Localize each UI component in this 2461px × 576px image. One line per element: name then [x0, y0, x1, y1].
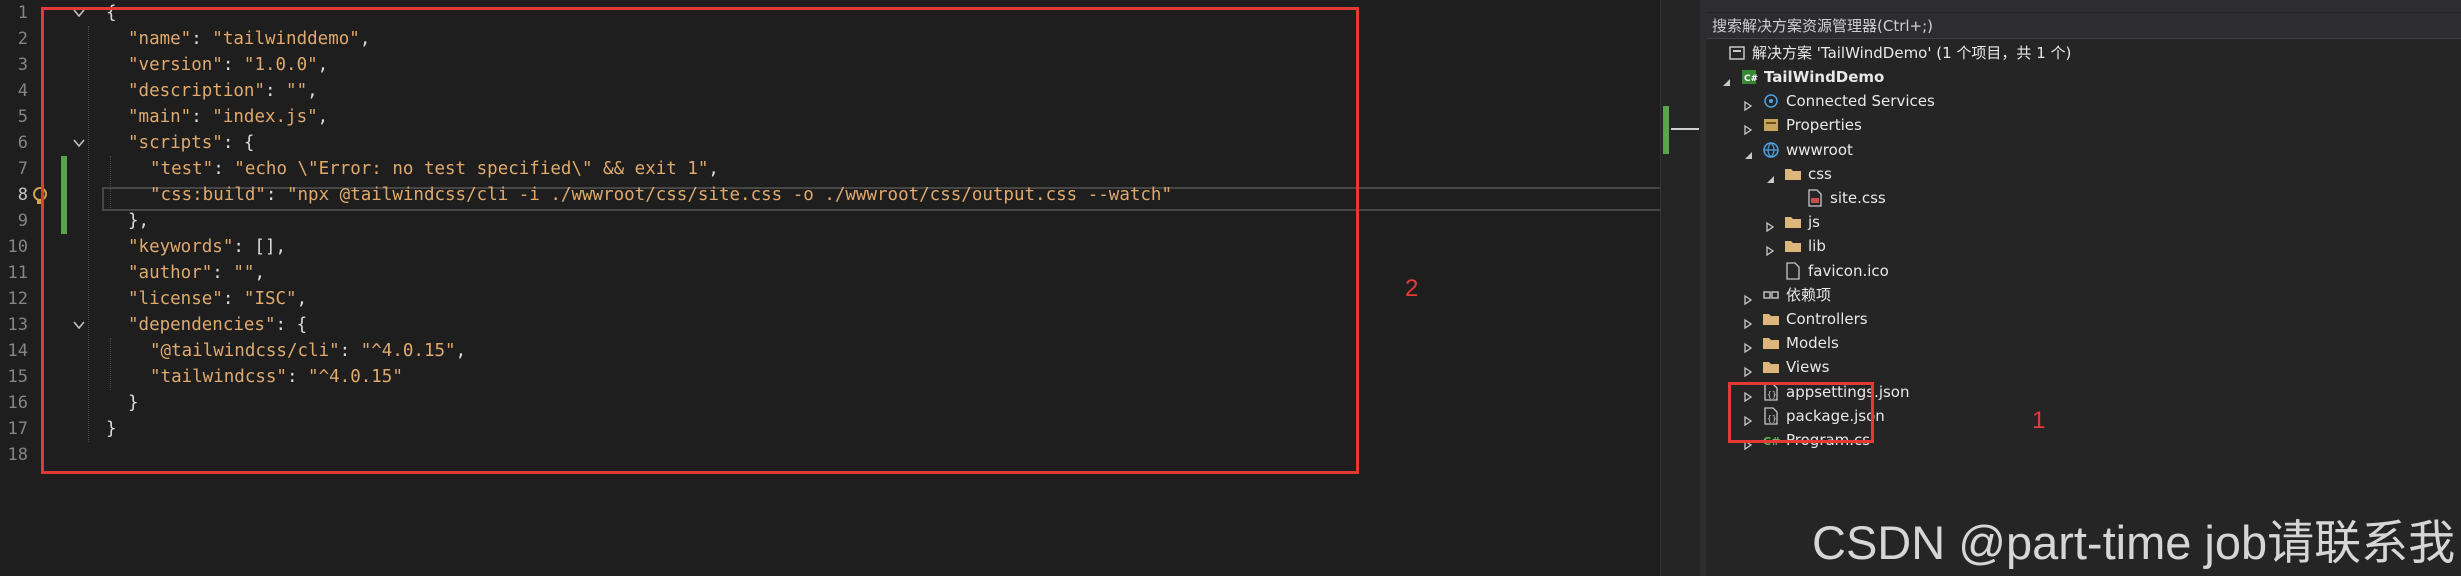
tree-item-tailwinddemo[interactable]: C# TailWindDemo [1706, 65, 2406, 89]
line-number: 17 [7, 419, 28, 439]
tree-item-label: lib [1808, 237, 1826, 256]
annotation-box-editor [41, 7, 1359, 474]
tree-item-label: Models [1786, 334, 1839, 353]
tree-item-label: Views [1786, 358, 1830, 377]
line-number: 4 [17, 81, 28, 101]
scrollbar-position-marker [1671, 128, 1699, 130]
line-number: 14 [7, 341, 28, 361]
collapsed-triangle-icon[interactable] [1742, 313, 1754, 330]
globe-icon [1762, 141, 1780, 159]
scrollbar-change-marker [1663, 106, 1669, 154]
tree-item-connected-services[interactable]: Connected Services [1706, 89, 2406, 113]
annotation-box-package-json [1728, 382, 1874, 443]
tree-item-label: favicon.ico [1808, 261, 1889, 280]
line-number: 9 [17, 211, 28, 231]
tree-item-label: wwwroot [1786, 140, 1853, 159]
collapsed-triangle-icon[interactable] [1742, 337, 1754, 354]
annotation-number-1: 1 [2032, 407, 2046, 434]
expanded-triangle-icon[interactable] [1742, 144, 1754, 159]
watermark: CSDN @part-time job请联系我 [1812, 516, 2456, 569]
solution-explorer: 搜索解决方案资源管理器(Ctrl+;) 解决方案 'TailWindDemo' … [1706, 0, 2461, 576]
tree-item-lib[interactable]: lib [1706, 234, 2406, 258]
tree-item-properties[interactable]: Properties [1706, 113, 2406, 137]
connected-services-icon [1762, 92, 1780, 110]
csharp-project-icon: C# [1740, 68, 1758, 86]
line-number: 15 [7, 367, 28, 387]
code-editor[interactable]: 1 2 3 4 5 6 7 8 9 10 11 12 13 14 15 16 17 18 {"name": "ta… [0, 0, 1662, 576]
line-number: 2 [17, 29, 28, 49]
line-number: 6 [17, 133, 28, 153]
line-number: 13 [7, 315, 28, 335]
tree-item-css[interactable]: css [1706, 162, 2406, 186]
line-number: 11 [7, 263, 28, 283]
dependencies-icon [1762, 286, 1780, 304]
collapsed-triangle-icon[interactable] [1742, 289, 1754, 306]
folder-icon [1762, 358, 1780, 376]
explorer-toolbar [1706, 0, 2461, 12]
folder-icon [1762, 310, 1780, 328]
tree-item-wwwroot[interactable]: wwwroot [1706, 138, 2406, 162]
line-number: 1 [17, 3, 28, 23]
tree-item-site-css[interactable]: site.css [1706, 186, 2406, 210]
tree-item-label: Controllers [1786, 310, 1868, 328]
tree-item-label: js [1808, 213, 1820, 232]
collapsed-triangle-icon[interactable] [1764, 216, 1776, 233]
annotation-number-2: 2 [1405, 275, 1419, 302]
tree-item-label: Connected Services [1786, 92, 1935, 111]
svg-text:C#: C# [1744, 74, 1758, 84]
tree-item-views[interactable]: Views [1706, 355, 2406, 379]
tree-item-favicon-ico[interactable]: favicon.ico [1706, 259, 2406, 283]
tree-item-label: 依赖项 [1786, 285, 1832, 304]
properties-icon [1762, 116, 1780, 134]
css-file-icon [1806, 189, 1824, 207]
collapsed-triangle-icon[interactable] [1742, 361, 1754, 378]
tree-item-controllers[interactable]: Controllers [1706, 307, 2406, 331]
line-number: 10 [7, 237, 28, 257]
expanded-triangle-icon[interactable] [1764, 168, 1776, 183]
line-number: 5 [17, 107, 28, 127]
collapsed-triangle-icon[interactable] [1764, 240, 1776, 257]
expanded-triangle-icon[interactable] [1720, 71, 1732, 86]
line-number: 12 [7, 289, 28, 309]
solution-icon [1728, 44, 1746, 62]
line-number: 8 [17, 185, 28, 205]
tree-item--[interactable]: 依赖项 [1706, 283, 2406, 307]
line-number: 18 [7, 445, 28, 465]
folder-icon [1784, 237, 1802, 255]
tree-item-label: Properties [1786, 116, 1862, 135]
folder-icon [1762, 334, 1780, 352]
tree-item-models[interactable]: Models [1706, 331, 2406, 355]
editor-scrollbar[interactable] [1660, 0, 1701, 576]
line-number: 16 [7, 393, 28, 413]
collapsed-triangle-icon[interactable] [1742, 95, 1754, 112]
folder-icon [1784, 213, 1802, 231]
folder-icon [1784, 165, 1802, 183]
explorer-search-input[interactable]: 搜索解决方案资源管理器(Ctrl+;) [1706, 13, 2461, 39]
tree-item-label: TailWindDemo [1764, 68, 1885, 86]
tree-item-js[interactable]: js [1706, 210, 2406, 234]
tree-item-label: site.css [1830, 189, 1886, 207]
collapsed-triangle-icon[interactable] [1742, 119, 1754, 136]
solution-label: 解决方案 'TailWindDemo' (1 个项目，共 1 个) [1752, 44, 2072, 62]
line-number: 7 [17, 159, 28, 179]
line-number: 3 [17, 55, 28, 75]
tree-item-label: css [1808, 164, 1832, 183]
file-icon [1784, 261, 1802, 280]
